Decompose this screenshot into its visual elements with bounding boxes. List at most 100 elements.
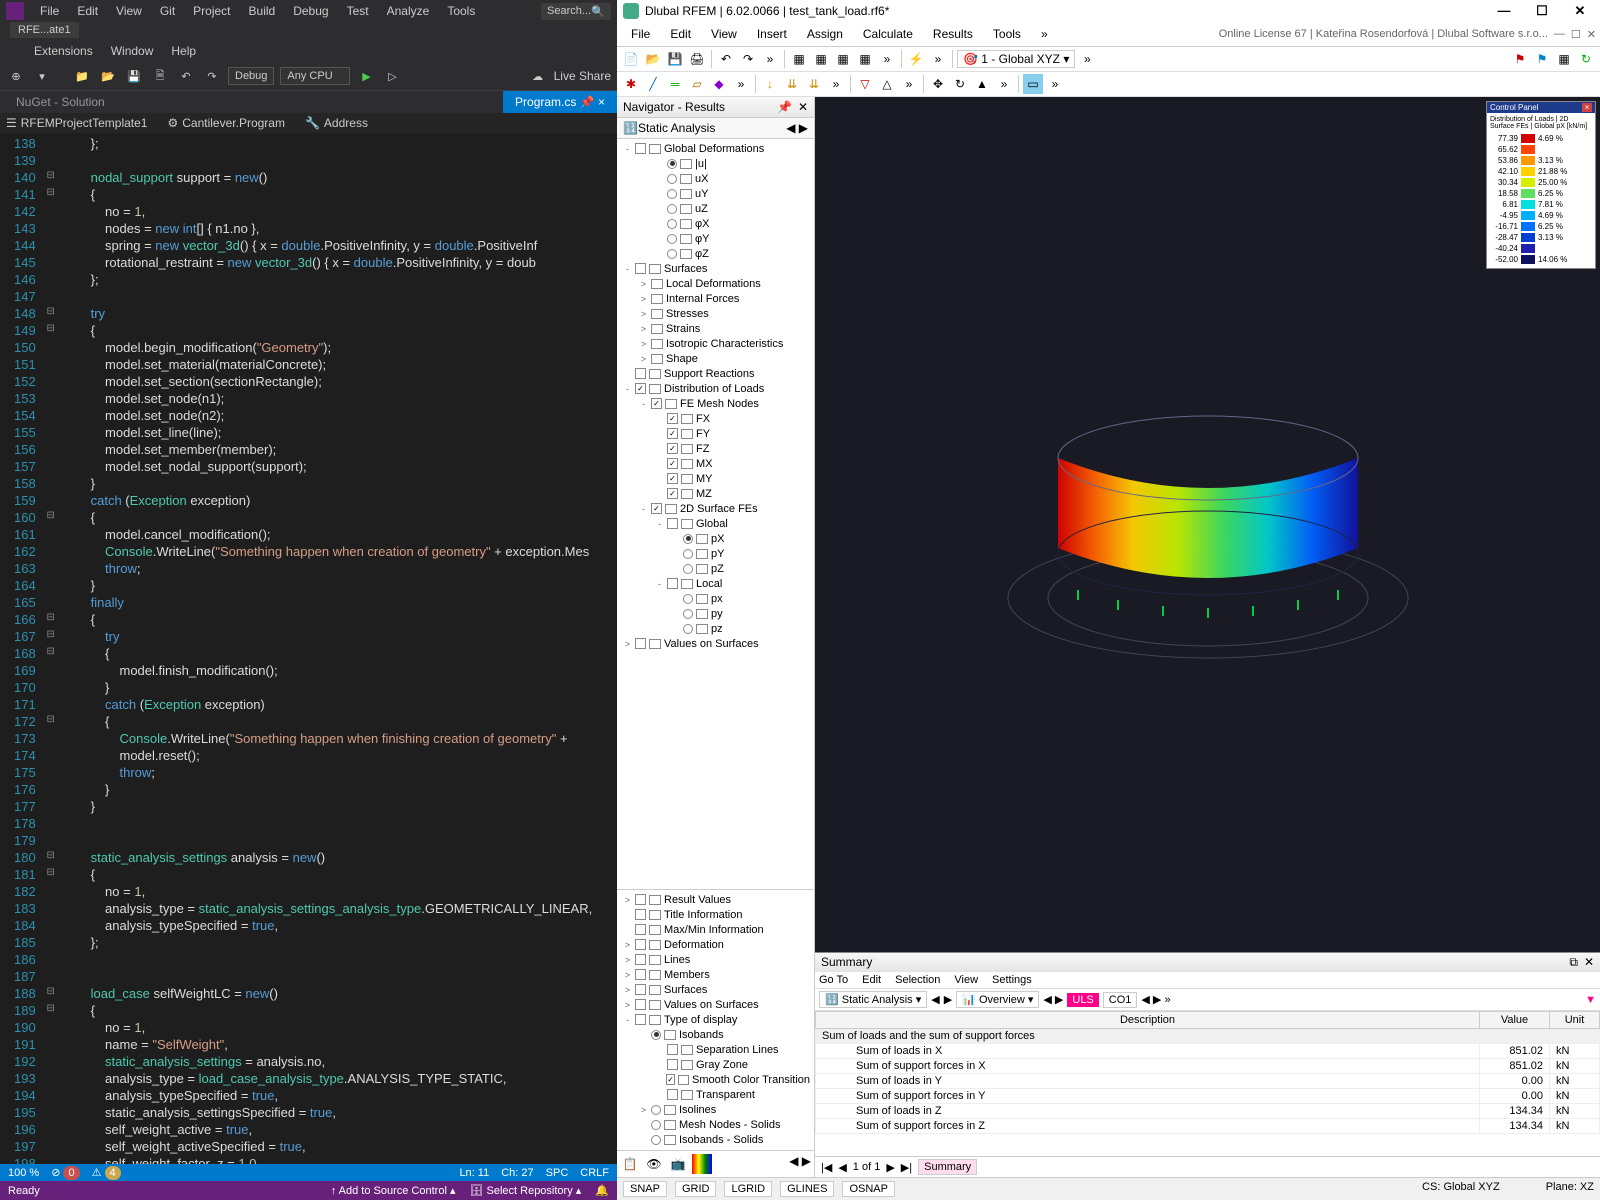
uls-badge[interactable]: ULS [1067, 993, 1098, 1007]
tree-item[interactable]: ✓Smooth Color Transition [617, 1072, 814, 1087]
menu-analyze[interactable]: Analyze [379, 2, 438, 20]
start-icon[interactable]: ▶ [356, 66, 376, 86]
tree-item[interactable]: Transparent [617, 1087, 814, 1102]
tb-box-icon[interactable]: ▦ [1554, 49, 1574, 69]
pager-tab[interactable]: Summary [918, 1159, 977, 1175]
tb-redo-icon[interactable]: ↷ [738, 49, 758, 69]
liveshare-icon[interactable]: ☁ [528, 66, 548, 86]
nav-tab2-icon[interactable]: 👁 [644, 1154, 664, 1174]
tb2-more1-icon[interactable]: » [731, 74, 751, 94]
tree-item[interactable]: Isobands [617, 1027, 814, 1042]
tb-save-icon[interactable]: 💾 [665, 49, 685, 69]
redo-icon[interactable]: ↷ [202, 66, 222, 86]
tb-new-icon[interactable]: 📄 [621, 49, 641, 69]
tb2-node-icon[interactable]: ✱ [621, 74, 641, 94]
menu-help[interactable]: Help [163, 42, 204, 60]
tb-more-icon[interactable]: » [760, 49, 780, 69]
tree-item[interactable]: Title Information [617, 907, 814, 922]
tb2-more2-icon[interactable]: » [826, 74, 846, 94]
menu-view[interactable]: View [108, 2, 150, 20]
summary-edit[interactable]: Edit [862, 974, 881, 986]
pager-next-icon[interactable]: ▶ [886, 1161, 894, 1174]
rfem-menu-more[interactable]: » [1031, 24, 1058, 44]
col-value[interactable]: Value [1480, 1012, 1550, 1029]
close-button[interactable]: ✕ [1566, 3, 1594, 19]
nav-tab4-icon[interactable] [692, 1154, 712, 1174]
tb2-sup-icon[interactable]: ▽ [855, 74, 875, 94]
display-tree[interactable]: >Result ValuesTitle InformationMax/Min I… [617, 890, 814, 1150]
tree-item[interactable]: φX [617, 216, 814, 231]
tree-item[interactable]: >Internal Forces [617, 291, 814, 306]
nav-pin-icon[interactable]: 📌 [777, 100, 792, 114]
tb-more3-icon[interactable]: » [928, 49, 948, 69]
tb2-load3-icon[interactable]: ⇊ [804, 74, 824, 94]
pager-first-icon[interactable]: |◀ [821, 1161, 832, 1174]
rfem-menu-tools[interactable]: Tools [983, 24, 1031, 44]
menu-file[interactable]: File [32, 2, 67, 20]
tree-item[interactable]: Gray Zone [617, 1057, 814, 1072]
zoom-label[interactable]: 100 % [8, 1167, 39, 1179]
rfem-menu-results[interactable]: Results [923, 24, 983, 44]
warn-count[interactable]: ⚠ 4 [92, 1166, 121, 1179]
source-control-button[interactable]: ↑ Add to Source Control ▴ [331, 1184, 456, 1197]
tb-print-icon[interactable]: 🖨 [687, 49, 707, 69]
tree-item[interactable]: >Isotropic Characteristics [617, 336, 814, 351]
nav-tab1-icon[interactable]: 📋 [620, 1154, 640, 1174]
save-icon[interactable]: 💾 [124, 66, 144, 86]
summary-overview-dropdown[interactable]: 📊 Overview ▾ [956, 991, 1039, 1008]
tree-item[interactable]: Support Reactions [617, 366, 814, 381]
tree-item[interactable]: >Result Values [617, 892, 814, 907]
rfem-menu-calculate[interactable]: Calculate [853, 24, 923, 44]
tree-item[interactable]: pX [617, 531, 814, 546]
summary-settings[interactable]: Settings [992, 974, 1032, 986]
tb-view1-icon[interactable]: ▦ [789, 49, 809, 69]
tree-item[interactable]: -Global [617, 516, 814, 531]
live-share-label[interactable]: Live Share [554, 69, 611, 83]
undo-icon[interactable]: ↶ [176, 66, 196, 86]
maximize-button[interactable]: ☐ [1528, 3, 1556, 19]
tb-flag1-icon[interactable]: ⚑ [1510, 49, 1530, 69]
tree-item[interactable]: φZ [617, 246, 814, 261]
repo-button[interactable]: 🗄 Select Repository ▴ [469, 1184, 581, 1197]
tree-item[interactable]: ✓FZ [617, 441, 814, 456]
config-dropdown[interactable]: Debug [228, 67, 274, 85]
tree-item[interactable]: Separation Lines [617, 1042, 814, 1057]
tb2-more5-icon[interactable]: » [1045, 74, 1065, 94]
rfem-menu-view[interactable]: View [701, 24, 747, 44]
tree-item[interactable]: >Strains [617, 321, 814, 336]
tb-refresh-icon[interactable]: ↻ [1576, 49, 1596, 69]
3d-viewport[interactable]: Control Panel× Distribution of Loads | 2… [815, 97, 1600, 952]
summary-selection[interactable]: Selection [895, 974, 940, 986]
minimize-button[interactable]: ― [1490, 3, 1518, 19]
col-unit[interactable]: Unit [1550, 1012, 1600, 1029]
tb-open-icon[interactable]: 📂 [643, 49, 663, 69]
tree-item[interactable]: ✓FY [617, 426, 814, 441]
tree-item[interactable]: ✓MY [617, 471, 814, 486]
tb-calc-icon[interactable]: ⚡ [906, 49, 926, 69]
tree-item[interactable]: >Local Deformations [617, 276, 814, 291]
legend-close-icon[interactable]: × [1582, 103, 1592, 112]
status-snap[interactable]: SNAP [623, 1181, 667, 1197]
tree-item[interactable]: -✓Distribution of Loads [617, 381, 814, 396]
vs-solution-name[interactable]: RFE...ate1 [10, 22, 79, 38]
menu-extensions[interactable]: Extensions [26, 42, 101, 60]
tree-item[interactable]: Isobands - Solids [617, 1132, 814, 1147]
fwd-icon[interactable]: ▾ [32, 66, 52, 86]
tree-item[interactable]: φY [617, 231, 814, 246]
open-icon[interactable]: 📂 [98, 66, 118, 86]
menu-build[interactable]: Build [241, 2, 284, 20]
navigator-mode-dropdown[interactable]: 🔢 Static Analysis◀ ▶ [617, 118, 814, 139]
tb2-member-icon[interactable]: ═ [665, 74, 685, 94]
summary-next-icon[interactable]: ▶ [944, 993, 952, 1006]
tb2-load2-icon[interactable]: ⇊ [782, 74, 802, 94]
tree-item[interactable]: ✓FX [617, 411, 814, 426]
notification-icon[interactable]: 🔔 [595, 1184, 609, 1197]
tree-item[interactable]: >Values on Surfaces [617, 636, 814, 651]
tree-item[interactable]: >Stresses [617, 306, 814, 321]
tree-item[interactable]: Max/Min Information [617, 922, 814, 937]
tree-item[interactable]: >Values on Surfaces [617, 997, 814, 1012]
tree-item[interactable]: >Surfaces [617, 982, 814, 997]
tree-item[interactable]: py [617, 606, 814, 621]
coord-system-dropdown[interactable]: 🎯 1 - Global XYZ ▾ [957, 50, 1075, 68]
back-icon[interactable]: ⊕ [6, 66, 26, 86]
